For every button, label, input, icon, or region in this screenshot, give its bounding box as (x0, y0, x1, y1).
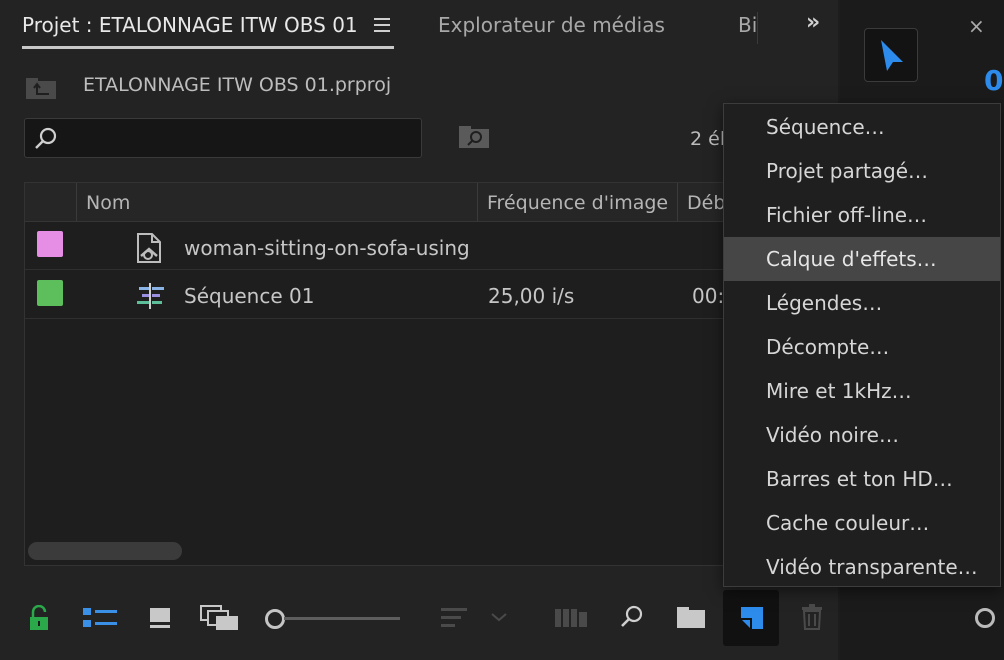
menu-item-sequence[interactable]: Séquence… (724, 105, 1000, 149)
new-item-icon (741, 607, 763, 629)
menu-item-black-video[interactable]: Vidéo noire… (724, 413, 1000, 457)
zoom-slider-thumb[interactable] (265, 609, 285, 629)
icon-view-icon[interactable] (148, 606, 172, 630)
menu-item-shared-project[interactable]: Projet partagé… (724, 149, 1000, 193)
column-divider[interactable] (76, 183, 77, 221)
find-icon[interactable] (618, 603, 646, 631)
tab-divider (757, 12, 758, 44)
sequence-icon (137, 283, 164, 309)
chevron-down-icon[interactable] (490, 610, 508, 624)
tab-project[interactable]: Projet : ETALONNAGE ITW OBS 01 (22, 13, 358, 37)
menu-item-captions[interactable]: Légendes… (724, 281, 1000, 325)
item-count: 2 él (690, 128, 726, 150)
row-name: Séquence 01 (184, 284, 315, 308)
project-file-name: ETALONNAGE ITW OBS 01.prproj (83, 74, 392, 96)
row-frame-rate: 25,00 i/s (488, 284, 575, 308)
row-name: woman-sitting-on-sofa-using (184, 236, 470, 260)
horizontal-scrollbar[interactable] (28, 542, 182, 560)
search-icon (35, 127, 57, 149)
tab-truncated[interactable]: Bi (738, 13, 756, 37)
label-color-swatch[interactable] (37, 231, 63, 257)
active-tab-indicator (22, 46, 394, 49)
automate-to-sequence-icon[interactable] (554, 606, 588, 630)
menu-item-adjustment-layer[interactable]: Calque d'effets… (724, 237, 1000, 281)
bottom-toolbar (0, 580, 838, 660)
trash-icon[interactable] (800, 603, 824, 631)
zoom-slider-thumb-right[interactable] (975, 608, 995, 628)
column-start[interactable]: Déb (687, 192, 723, 214)
close-icon[interactable]: × (968, 14, 985, 38)
zoom-slider[interactable] (284, 617, 400, 620)
media-file-icon (137, 233, 161, 263)
new-bin-icon[interactable] (676, 604, 706, 630)
tab-overflow-icon[interactable]: » (806, 10, 820, 35)
column-name[interactable]: Nom (86, 192, 130, 214)
menu-item-color-matte[interactable]: Cache couleur… (724, 501, 1000, 545)
search-input[interactable] (24, 118, 422, 158)
panel-menu-icon[interactable] (374, 18, 390, 36)
menu-item-countdown[interactable]: Décompte… (724, 325, 1000, 369)
list-view-icon[interactable] (82, 606, 118, 630)
project-folder-up-icon[interactable] (25, 76, 57, 100)
find-bin-icon[interactable] (458, 124, 490, 150)
selection-arrow-icon (881, 40, 903, 71)
lock-icon[interactable] (28, 605, 50, 631)
column-frame-rate[interactable]: Fréquence d'image (487, 192, 668, 214)
timecode-partial: 0 (984, 64, 1004, 97)
new-item-menu: Séquence… Projet partagé… Fichier off-li… (723, 103, 1001, 587)
freeform-view-icon[interactable] (200, 605, 240, 631)
sort-icon[interactable] (440, 606, 470, 630)
column-divider[interactable] (477, 183, 478, 221)
menu-item-offline-file[interactable]: Fichier off-line… (724, 193, 1000, 237)
menu-item-hd-bars-tone[interactable]: Barres et ton HD… (724, 457, 1000, 501)
column-divider[interactable] (677, 183, 678, 221)
row-start: 00: (692, 284, 725, 308)
menu-item-transparent-video[interactable]: Vidéo transparente… (724, 545, 1000, 589)
menu-item-bars-tone[interactable]: Mire et 1kHz… (724, 369, 1000, 413)
tab-media-browser[interactable]: Explorateur de médias (438, 13, 665, 37)
label-color-swatch[interactable] (37, 280, 63, 306)
